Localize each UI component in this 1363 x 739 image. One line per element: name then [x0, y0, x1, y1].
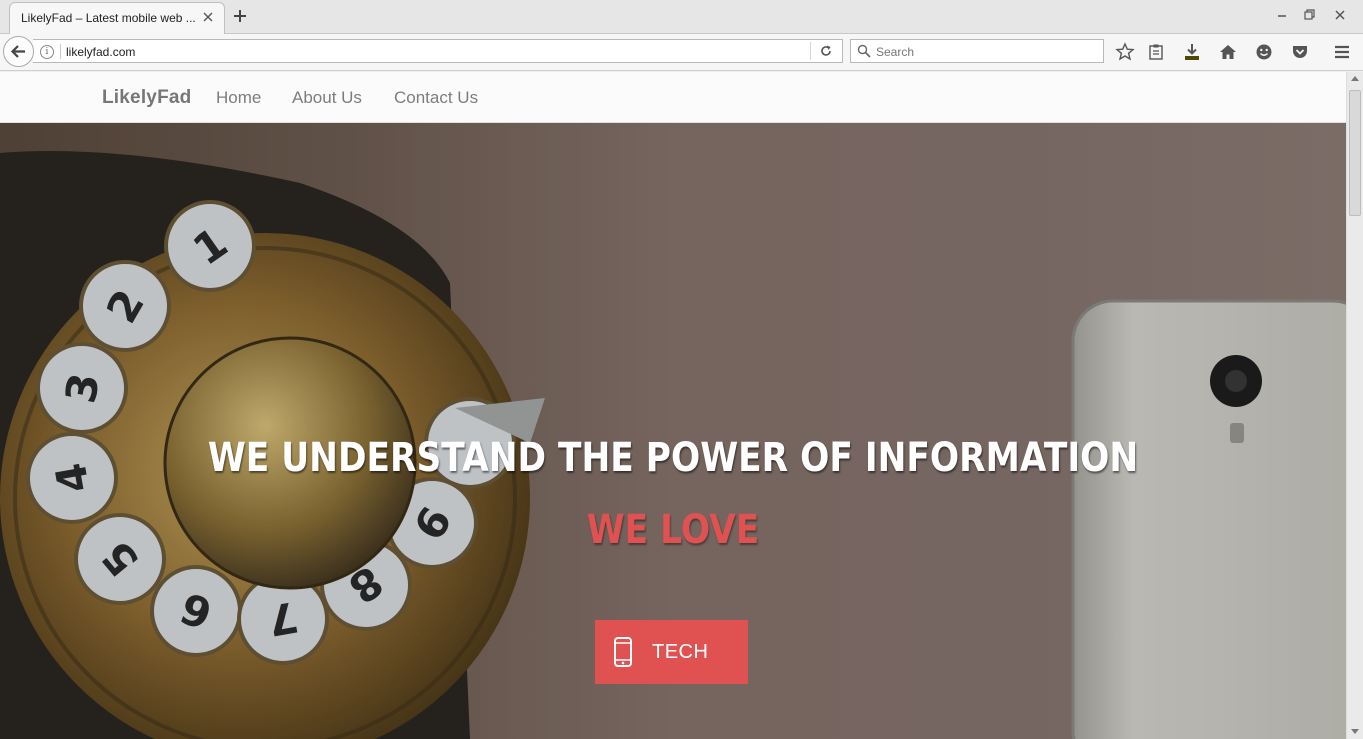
hero-subheadline: WE LOVE: [586, 507, 760, 553]
reload-icon[interactable]: [819, 44, 833, 58]
tech-button[interactable]: TECH: [595, 620, 748, 684]
back-button[interactable]: [3, 36, 34, 67]
search-placeholder: Search: [876, 45, 915, 59]
search-bar[interactable]: Search: [850, 39, 1104, 63]
restore-icon[interactable]: [1300, 6, 1318, 24]
tech-button-label: TECH: [652, 641, 709, 663]
close-tab-icon[interactable]: [201, 10, 215, 24]
pocket-icon[interactable]: [1290, 42, 1310, 62]
site-navbar: LikelyFad Home About Us Contact Us: [0, 72, 1346, 123]
navigation-toolbar: i likelyfad.com Search: [0, 34, 1363, 71]
home-icon[interactable]: [1218, 42, 1238, 62]
scroll-down-arrow[interactable]: [1351, 729, 1359, 734]
arrow-left-icon: [10, 45, 25, 58]
mobile-phone-icon: [614, 637, 632, 667]
search-icon: [857, 44, 871, 58]
url-separator: [60, 44, 61, 59]
hamburger-icon[interactable]: [1332, 42, 1352, 62]
tab-title: LikelyFad – Latest mobile web ...: [21, 11, 196, 25]
scroll-up-arrow[interactable]: [1351, 76, 1359, 81]
site-info-icon[interactable]: i: [40, 45, 54, 59]
scroll-thumb[interactable]: [1349, 90, 1361, 216]
nav-about-us[interactable]: About Us: [292, 88, 362, 108]
minimize-icon[interactable]: [1273, 6, 1291, 24]
url-bar[interactable]: i likelyfad.com: [33, 39, 843, 63]
hero-headline: WE UNDERSTAND THE POWER OF INFORMATION: [207, 435, 1139, 481]
site-brand[interactable]: LikelyFad: [102, 87, 191, 109]
nav-home[interactable]: Home: [216, 88, 261, 108]
url-divider: [810, 42, 811, 60]
browser-tab[interactable]: LikelyFad – Latest mobile web ...: [9, 2, 225, 34]
hero-banner: 1 2 3 4 5 6 7 8 9 WE UNDERSTAND THE POWE…: [0, 123, 1346, 739]
url-text[interactable]: likelyfad.com: [66, 45, 135, 59]
tab-strip: LikelyFad – Latest mobile web ...: [0, 0, 1363, 34]
star-icon[interactable]: [1115, 42, 1135, 62]
new-tab-icon[interactable]: [231, 6, 249, 26]
clipboard-icon[interactable]: [1146, 42, 1166, 62]
page-viewport: LikelyFad Home About Us Contact Us 1 2 3…: [0, 72, 1346, 739]
download-icon[interactable]: [1182, 42, 1202, 62]
smiley-icon[interactable]: [1254, 42, 1274, 62]
page-scrollbar[interactable]: [1346, 72, 1363, 739]
close-window-icon[interactable]: [1331, 6, 1349, 24]
nav-contact-us[interactable]: Contact Us: [394, 88, 478, 108]
